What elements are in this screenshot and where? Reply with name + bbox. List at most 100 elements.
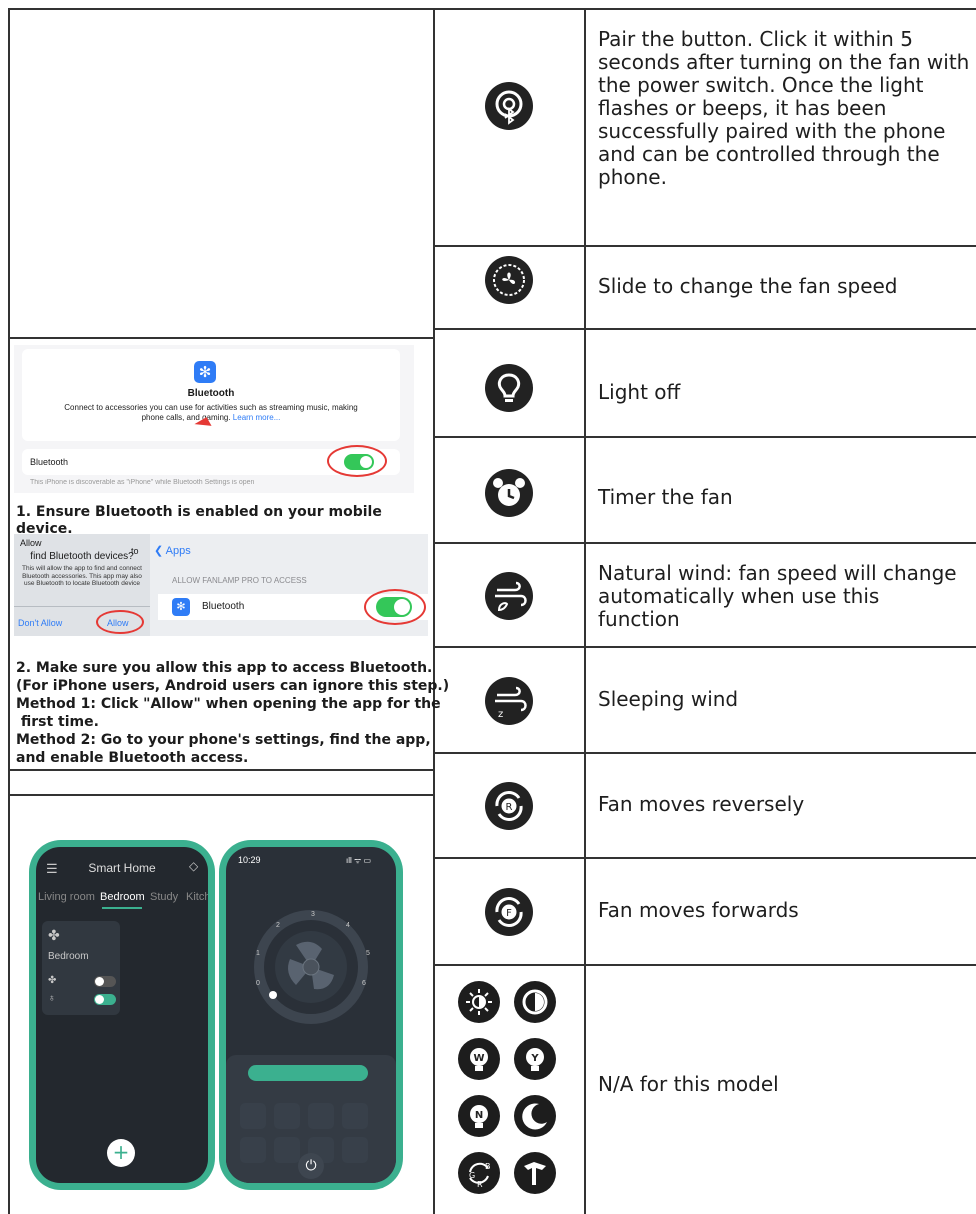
dialog-allow-prefix: Allow — [20, 538, 42, 548]
control-reverse-button[interactable] — [342, 1137, 368, 1163]
app-title: Smart Home — [88, 861, 156, 875]
dialog-body: This will allow the app to find and conn… — [22, 565, 142, 587]
back-apps-label: Apps — [165, 545, 191, 557]
right-row-line-1 — [433, 245, 976, 247]
alarm-clock-icon — [485, 469, 533, 517]
app-bluetooth-row: ✻ Bluetooth — [158, 589, 428, 625]
hammer-icon — [514, 1152, 556, 1194]
brightness-icon — [458, 981, 500, 1023]
row-6-text: Sleeping wind — [598, 687, 739, 711]
svg-text:G: G — [469, 1171, 475, 1180]
step-2-line-5: Method 2: Go to your phone's settings, f… — [16, 732, 431, 748]
row-5-text: Natural wind: fan speed will change auto… — [598, 561, 957, 631]
back-apps-link[interactable]: ❮ Apps — [154, 544, 191, 557]
control-bluetooth-button[interactable] — [240, 1103, 266, 1129]
dial-number-6: 6 — [362, 980, 366, 987]
bluetooth-pair-icon — [485, 82, 533, 130]
neutral-bulb-icon: N — [458, 1095, 500, 1137]
left-row-line-1 — [8, 337, 435, 339]
dial-number-1: 1 — [256, 950, 260, 957]
step-1-caption: 1. Ensure Bluetooth is enabled on your m… — [16, 504, 382, 537]
dialog-question: find Bluetooth devices? — [30, 551, 134, 562]
app-bluetooth-row-label: Bluetooth — [202, 601, 245, 612]
right-row-line-6 — [433, 752, 976, 754]
step-2-line-2: (For iPhone users, Android users can ign… — [16, 678, 450, 694]
bluetooth-small-icon: ✻ — [172, 598, 190, 616]
table-border-top — [8, 8, 976, 10]
app-settings-section: ALLOW FANLAMP PRO TO ACCESS — [172, 576, 307, 585]
room-card-label: Bedroom — [48, 951, 89, 962]
phone-2-screen: 10:29 ıll ᯤ ▭ 1 2 3 4 5 6 0 ⏻ — [226, 847, 396, 1183]
dial-number-3: 3 — [311, 911, 315, 918]
status-icons: ıll ᯤ ▭ — [346, 856, 372, 865]
dont-allow-button[interactable]: Don't Allow — [18, 618, 62, 628]
row-9-text: N/A for this model — [598, 1072, 779, 1096]
control-timer-button[interactable] — [240, 1137, 266, 1163]
control-wind-button[interactable] — [274, 1137, 300, 1163]
permission-dialog: Allow to find Bluetooth devices? This wi… — [14, 534, 150, 636]
warm-white-label: W — [473, 1053, 484, 1064]
fan-dial[interactable] — [226, 897, 396, 1037]
yellow-label: Y — [530, 1053, 539, 1064]
tab-bedroom[interactable]: Bedroom — [100, 891, 145, 903]
control-warm-button[interactable] — [308, 1103, 334, 1129]
svg-text:F: F — [506, 908, 512, 919]
brightness-slider[interactable] — [248, 1065, 368, 1081]
dialog-divider — [14, 606, 150, 607]
right-row-line-5 — [433, 646, 976, 648]
allow-highlight-ellipse — [96, 610, 144, 634]
bluetooth-settings-screenshot: ✻ Bluetooth Connect to accessories you c… — [14, 345, 414, 493]
right-row-line-2 — [433, 328, 976, 330]
forward-f-icon: F — [485, 888, 533, 936]
fan-toggle[interactable] — [94, 976, 116, 987]
tab-active-indicator — [102, 907, 142, 909]
dial-number-5: 5 — [366, 950, 370, 957]
fan-speed-icon — [485, 256, 533, 304]
row-4-text: Timer the fan — [598, 485, 733, 509]
left-row-line-2 — [8, 769, 435, 771]
bluetooth-app-icon: ✻ — [194, 361, 216, 383]
tab-study[interactable]: Study — [150, 891, 178, 903]
tab-kitchen[interactable]: Kitch — [186, 891, 208, 903]
step-2-line-3: Method 1: Click "Allow" when opening the… — [16, 696, 441, 712]
svg-text:R: R — [506, 802, 513, 813]
light-toggle[interactable] — [94, 994, 116, 1005]
room-card[interactable]: ✤ Bedroom ✤ ♁ — [42, 921, 120, 1015]
rgb-cycle-icon: G BR — [458, 1152, 500, 1194]
moon-icon — [514, 1095, 556, 1137]
step-2-line-1: 2. Make sure you allow this app to acces… — [16, 660, 433, 676]
step-2-line-4: first time. — [16, 714, 99, 730]
bluetooth-title: Bluetooth — [187, 388, 235, 399]
right-row-line-4 — [433, 542, 976, 544]
table-border-left — [8, 8, 10, 1214]
bluetooth-footnote: This iPhone is discoverable as "iPhone" … — [30, 479, 255, 486]
table-divider-right — [584, 8, 586, 1214]
contrast-icon — [514, 981, 556, 1023]
table-divider-center — [433, 8, 435, 1214]
row-3-text: Light off — [598, 380, 681, 404]
dial-number-2: 2 — [276, 922, 280, 929]
dial-number-4: 4 — [346, 922, 350, 929]
svg-text:R: R — [477, 1180, 483, 1189]
learn-more-link[interactable]: Learn more... — [233, 413, 281, 422]
row-1-text: Pair the button. Click it within 5 secon… — [598, 27, 970, 189]
neutral-label: N — [475, 1110, 483, 1121]
fan-icon: ✤ — [48, 927, 60, 943]
bluetooth-row-label: Bluetooth — [30, 457, 69, 467]
reverse-r-icon: R — [485, 782, 533, 830]
warm-white-bulb-icon: W — [458, 1038, 500, 1080]
phone-1-screen: ☰ Smart Home ◇ Living room Bedroom Study… — [36, 847, 208, 1183]
control-yellow-button[interactable] — [342, 1103, 368, 1129]
permission-screenshot: Allow to find Bluetooth devices? This wi… — [14, 534, 428, 636]
fan-small-icon: ✤ — [48, 975, 57, 986]
edit-icon[interactable]: ◇ — [189, 859, 198, 873]
control-bulb-button[interactable] — [274, 1103, 300, 1129]
yellow-bulb-icon: Y — [514, 1038, 556, 1080]
power-button[interactable]: ⏻ — [298, 1153, 324, 1179]
add-button[interactable]: + — [107, 1139, 135, 1167]
sleeping-wind-icon: z — [485, 677, 533, 725]
svg-text:z: z — [498, 709, 503, 720]
app-toggle-highlight — [364, 589, 426, 625]
highlight-ellipse — [327, 445, 387, 477]
tab-living-room[interactable]: Living room — [38, 891, 95, 903]
